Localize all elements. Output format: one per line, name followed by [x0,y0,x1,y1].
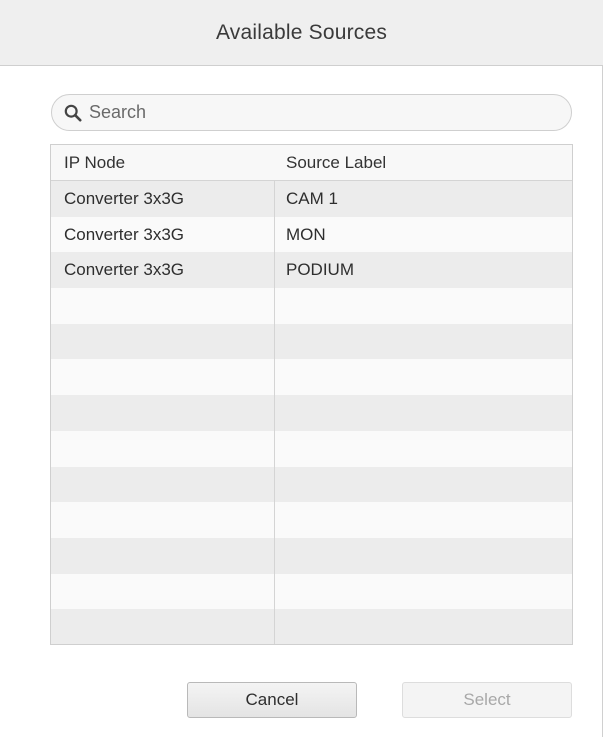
search-input[interactable] [89,102,529,123]
column-divider [274,181,275,644]
table-row[interactable] [51,395,572,431]
available-sources-dialog: Available Sources IP Node Source Label C… [0,0,603,737]
table-row[interactable] [51,573,572,610]
select-button[interactable]: Select [402,682,572,718]
sources-table: IP Node Source Label Converter 3x3G CAM 1… [50,144,573,645]
cell-source-label: PODIUM [286,260,354,280]
table-row[interactable] [51,502,572,538]
dialog-title: Available Sources [215,20,388,44]
table-row[interactable] [51,323,572,360]
table-row[interactable] [51,288,572,324]
cell-source-label: MON [286,224,326,244]
table-row[interactable] [51,430,572,467]
cell-source-label: CAM 1 [286,188,338,208]
search-icon [63,103,83,123]
table-header: IP Node Source Label [51,145,572,181]
search-box[interactable] [51,94,572,131]
dialog-titlebar: Available Sources [0,0,603,66]
column-header-source-label[interactable]: Source Label [274,153,572,173]
table-row[interactable]: Converter 3x3G PODIUM [51,252,572,289]
table-row[interactable] [51,609,572,644]
table-row[interactable]: Converter 3x3G CAM 1 [51,181,572,217]
table-row[interactable] [51,537,572,574]
table-row[interactable] [51,466,572,503]
table-row[interactable] [51,359,572,396]
column-header-ip-node[interactable]: IP Node [51,153,274,173]
table-body: Converter 3x3G CAM 1 Converter 3x3G MON Conv… [51,181,572,644]
cell-ip-node: Converter 3x3G [64,224,184,244]
cell-ip-node: Converter 3x3G [64,260,184,280]
cell-ip-node: Converter 3x3G [64,188,184,208]
table-row[interactable]: Converter 3x3G MON [51,216,572,253]
cancel-button[interactable]: Cancel [187,682,357,718]
